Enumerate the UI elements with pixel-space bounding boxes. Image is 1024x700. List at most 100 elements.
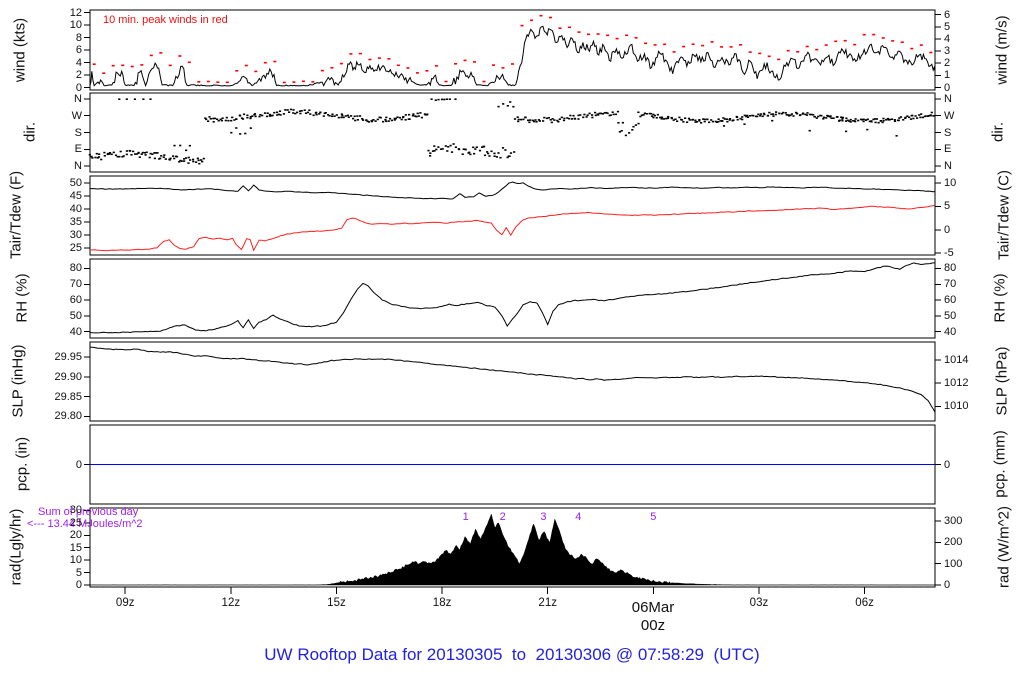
dir-dot xyxy=(812,114,815,116)
wind-peak-dot xyxy=(862,33,866,36)
dir-dot xyxy=(97,156,101,158)
dir-dot xyxy=(772,115,775,117)
dir-dot xyxy=(242,113,246,116)
dir-dot xyxy=(826,115,830,117)
dir-dot xyxy=(801,113,804,115)
dir-dot xyxy=(667,115,670,118)
dir-dot xyxy=(163,154,166,156)
dir-dot xyxy=(902,119,905,121)
axis-title-pcp-mm: pcp. (mm) xyxy=(991,430,1009,498)
wind-peak-dot xyxy=(187,61,191,64)
x-tick-label: 03z xyxy=(749,597,769,609)
dir-dot xyxy=(653,114,656,117)
dir-dot xyxy=(682,121,685,123)
dir-dot xyxy=(929,114,932,116)
dir-dot xyxy=(820,114,823,117)
dir-dot xyxy=(328,115,331,117)
dir-dot xyxy=(454,146,457,148)
axis-title-rh-right: RH (%) xyxy=(991,273,1009,323)
dir-dot xyxy=(440,98,444,101)
dir-dot xyxy=(512,105,515,108)
rad-mark-2: 2 xyxy=(499,511,506,523)
axis-title-wind-ms: wind (m/s) xyxy=(993,15,1011,85)
y-tick-label: 200 xyxy=(944,536,963,549)
dir-dot xyxy=(558,118,561,120)
wind-peak-dot xyxy=(377,57,381,59)
wind-peak-dot xyxy=(701,44,705,47)
wind-peak-dot xyxy=(644,42,648,45)
wind-peak-dot xyxy=(235,70,239,72)
dir-dot xyxy=(862,120,865,123)
dir-dot xyxy=(133,98,136,100)
dir-dot xyxy=(736,116,739,118)
wind-peak-dot xyxy=(254,70,258,73)
rad-mark-1: 1 xyxy=(462,511,469,523)
dir-dot xyxy=(854,120,857,123)
dir-dot xyxy=(259,114,262,116)
wind-peak-dot xyxy=(758,52,762,55)
dir-dot xyxy=(404,114,407,116)
dir-dot xyxy=(528,121,531,124)
y-tick-label: 40 xyxy=(69,203,82,215)
dir-dot xyxy=(828,116,832,118)
dir-dot xyxy=(509,152,513,154)
slp-series-line-0 xyxy=(89,346,936,413)
dir-dot xyxy=(209,118,212,120)
dir-dot xyxy=(342,116,345,119)
dir-dot xyxy=(845,130,848,133)
dir-dot xyxy=(458,148,461,151)
dir-dot xyxy=(333,115,336,117)
dir-dot xyxy=(200,159,203,161)
dir-dot xyxy=(911,114,914,117)
dir-dot xyxy=(881,121,884,124)
dir-dot xyxy=(419,112,422,114)
y-tick-label: 40 xyxy=(944,325,957,338)
y-tick-label: 29.85 xyxy=(54,390,82,403)
dir-dot xyxy=(909,118,913,120)
dir-dot xyxy=(469,153,472,156)
dir-dot xyxy=(637,111,640,114)
wind-peak-dot xyxy=(710,41,714,43)
dir-dot xyxy=(352,117,355,120)
wind-peak-dot xyxy=(339,62,343,65)
dir-dot xyxy=(169,157,172,160)
dir-dot xyxy=(517,120,520,123)
dir-dot xyxy=(400,118,403,121)
dir-dot xyxy=(662,118,665,120)
chart-title: UW Rooftop Data for 20130305 to 20130306… xyxy=(264,645,760,664)
dir-dot xyxy=(108,152,112,154)
dir-dot xyxy=(382,120,385,123)
dir-dot xyxy=(741,118,744,121)
date-label-00z: 00z xyxy=(640,617,666,634)
dir-dot xyxy=(771,119,774,122)
wind-series-line-0 xyxy=(89,25,936,88)
dir-dot xyxy=(319,111,322,114)
dir-dot xyxy=(790,113,793,115)
dir-dot xyxy=(849,118,852,121)
dir-dot xyxy=(160,155,163,157)
dir-dot xyxy=(866,118,869,121)
y-tick-label: 100 xyxy=(944,557,963,570)
y-tick-label: 35 xyxy=(69,215,82,228)
dir-dot xyxy=(666,117,670,120)
dir-dot xyxy=(782,111,785,114)
dir-dot xyxy=(522,118,525,121)
dir-dot xyxy=(579,114,582,116)
dir-dot xyxy=(103,155,106,157)
dir-dot xyxy=(849,121,852,123)
axis-title-dir-right: dir. xyxy=(989,121,1007,143)
dir-dot xyxy=(98,153,101,155)
dir-dot xyxy=(265,115,269,118)
wind-peak-dot xyxy=(568,26,571,29)
wind-peak-dot xyxy=(748,51,752,53)
wind-peak-dot xyxy=(691,43,695,45)
wind-peak-dot xyxy=(558,27,562,29)
panel-border-dir xyxy=(89,92,936,173)
y-tick-label: 15 xyxy=(69,541,82,554)
dir-dot xyxy=(895,135,898,137)
dir-dot xyxy=(815,117,818,119)
y-tick-label: S xyxy=(74,126,82,139)
wind-peak-dot xyxy=(653,44,657,46)
wind-peak-dot xyxy=(111,64,115,67)
dir-dot xyxy=(119,150,122,153)
